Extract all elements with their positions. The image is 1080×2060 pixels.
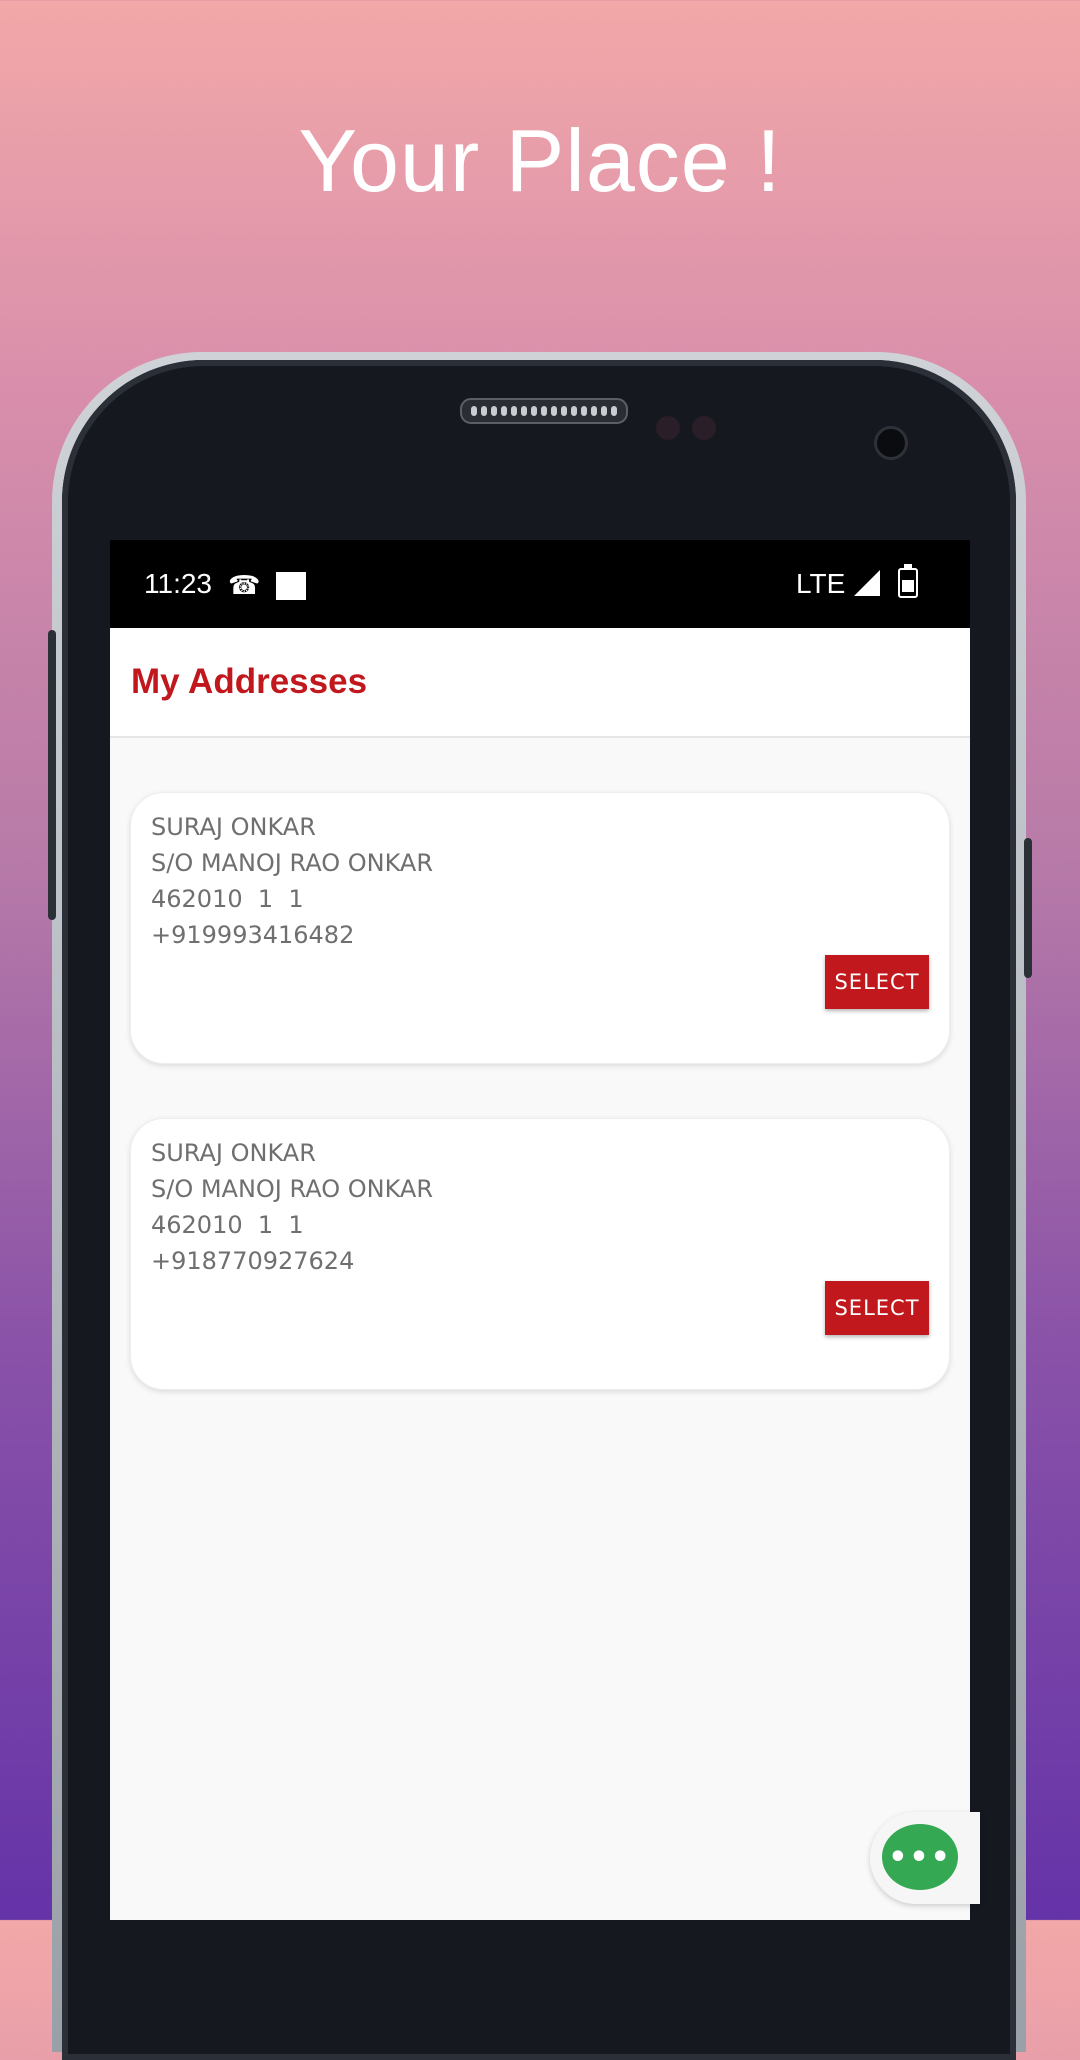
- headline: Your Place !: [298, 111, 782, 210]
- page-title: My Addresses: [131, 662, 368, 701]
- phone-side-button: [48, 630, 56, 920]
- select-address-button[interactable]: SELECT: [825, 1281, 929, 1335]
- select-address-button[interactable]: SELECT: [825, 955, 929, 1009]
- address-name: SURAJ ONKAR: [151, 1139, 316, 1167]
- app-bar: My Addresses: [110, 628, 970, 738]
- address-card: SURAJ ONKAR S/O MANOJ RAO ONKAR 462010 1…: [130, 1118, 950, 1390]
- address-card: SURAJ ONKAR S/O MANOJ RAO ONKAR 462010 1…: [130, 792, 950, 1064]
- status-bar: 11:23 ☎ LTE: [110, 540, 970, 628]
- phone-speaker: [460, 398, 628, 424]
- status-time: 11:23: [144, 568, 212, 599]
- proximity-sensor: [656, 416, 680, 440]
- address-pin: 462010 1 1: [151, 885, 304, 913]
- more-dots-icon[interactable]: •••: [882, 1824, 958, 1890]
- phone-screen: 11:23 ☎ LTE My Addresses SURAJ ONKAR S/O…: [110, 540, 970, 1920]
- missed-call-icon: ☎: [228, 570, 261, 600]
- notification-square-icon: [276, 572, 306, 600]
- address-name: SURAJ ONKAR: [151, 813, 316, 841]
- address-phone: +919993416482: [151, 921, 355, 949]
- network-type: LTE: [796, 568, 846, 599]
- signal-icon: [854, 570, 880, 596]
- address-pin: 462010 1 1: [151, 1211, 304, 1239]
- front-camera: [874, 426, 908, 460]
- phone-power-button: [1024, 838, 1032, 978]
- address-relation: S/O MANOJ RAO ONKAR: [151, 1175, 433, 1203]
- battery-icon: [898, 564, 918, 598]
- address-relation: S/O MANOJ RAO ONKAR: [151, 849, 433, 877]
- address-phone: +918770927624: [151, 1247, 355, 1275]
- light-sensor: [692, 416, 716, 440]
